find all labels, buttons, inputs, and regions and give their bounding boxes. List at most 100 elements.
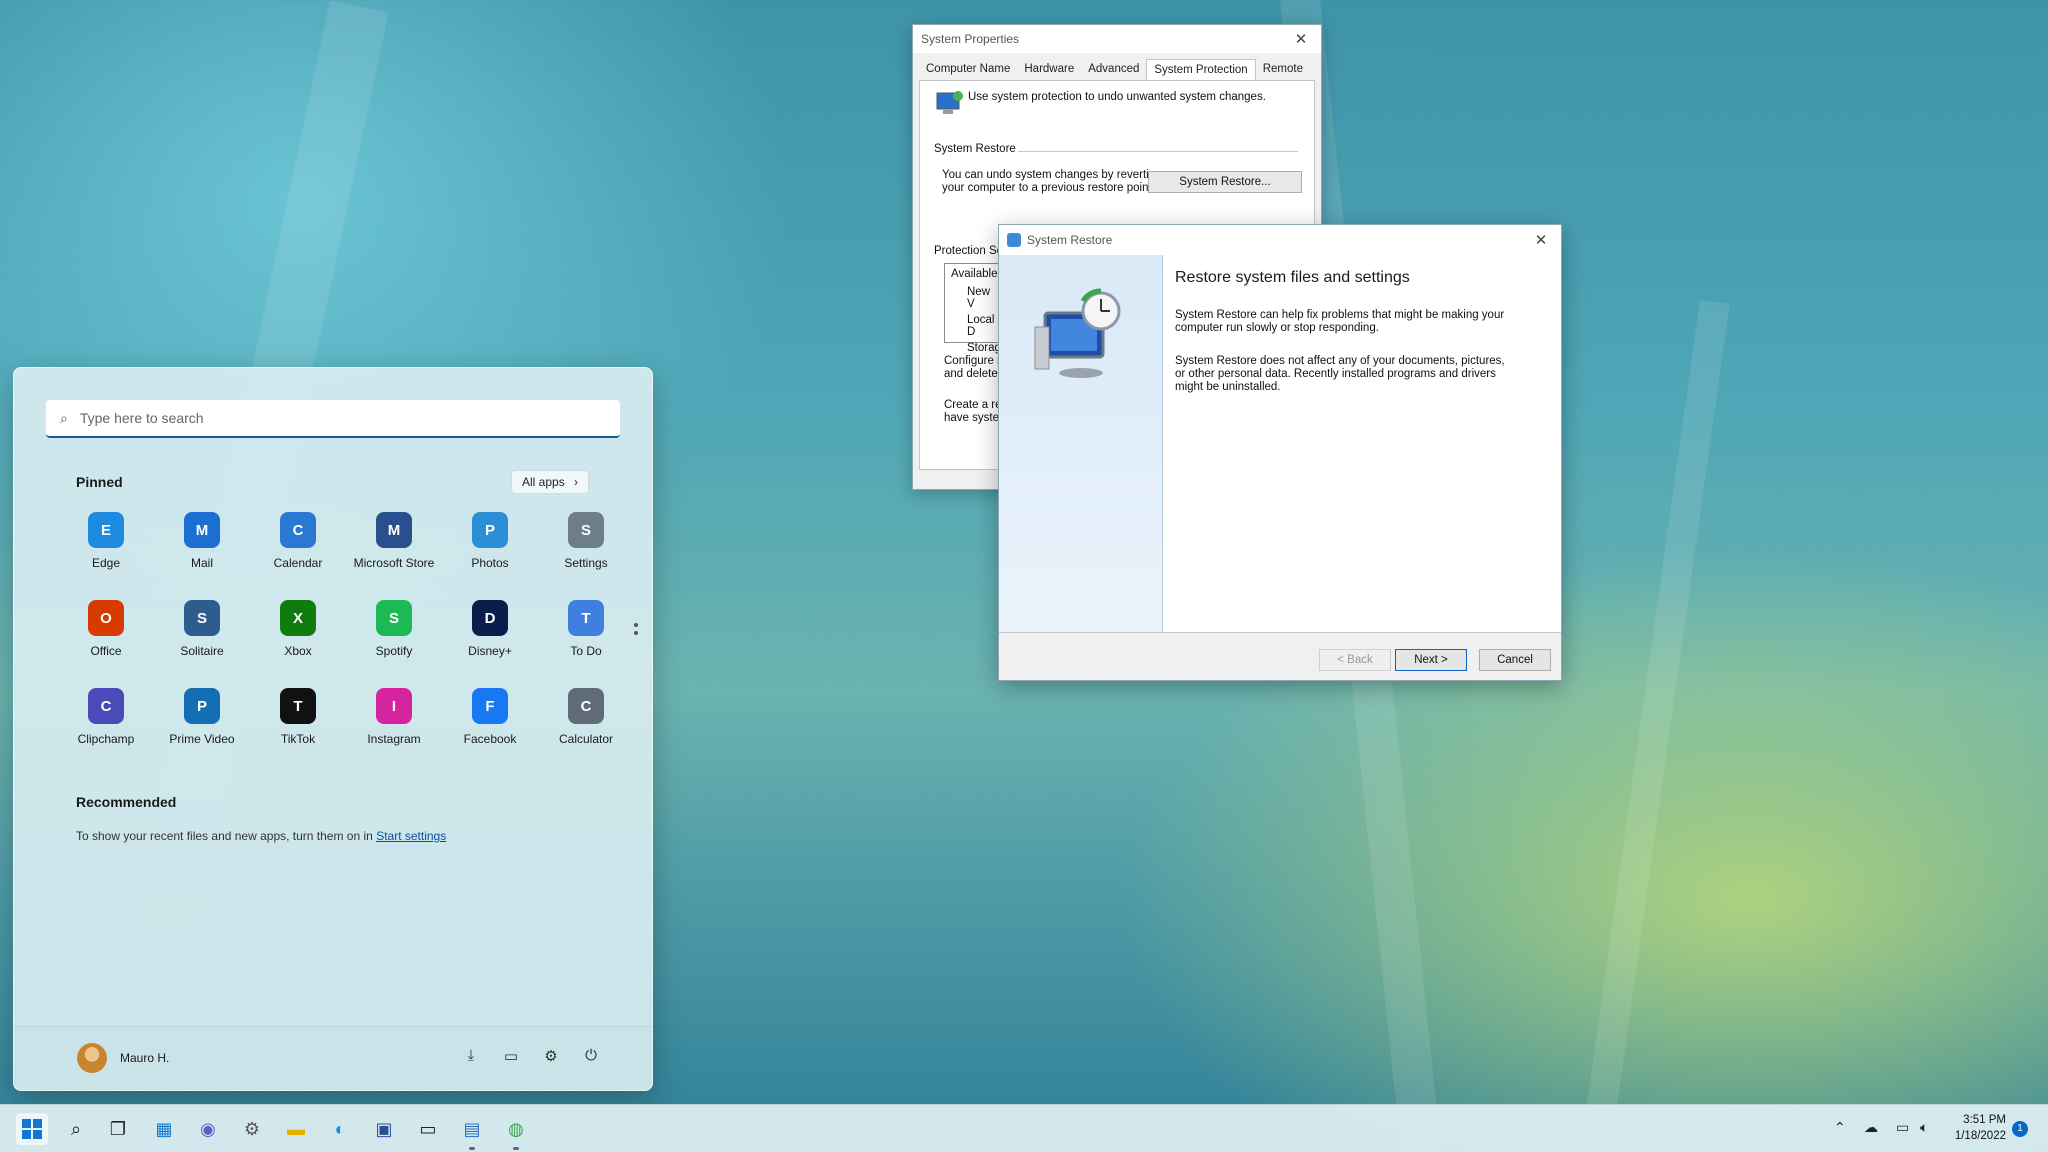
pinned-app-disney-[interactable]: D Disney+ bbox=[442, 600, 538, 658]
wizard-paragraph-1: System Restore can help fix problems tha… bbox=[1175, 309, 1505, 334]
time: 3:51 PM bbox=[1963, 1114, 2006, 1126]
downloads-icon[interactable]: ⤓ bbox=[460, 1047, 482, 1069]
avatar[interactable] bbox=[77, 1043, 107, 1073]
tab-remote[interactable]: Remote bbox=[1256, 59, 1310, 80]
list-item[interactable]: New V bbox=[945, 284, 1003, 312]
restore-description-1: You can undo system changes by reverting bbox=[942, 169, 1162, 181]
next-button[interactable]: Next > bbox=[1395, 649, 1467, 671]
window-title: System Properties bbox=[921, 32, 1020, 46]
app-label: Xbox bbox=[284, 644, 312, 658]
divider bbox=[1018, 151, 1298, 152]
app-label: Edge bbox=[91, 556, 121, 570]
app-label: Microsoft Store bbox=[353, 556, 435, 570]
pinned-app-prime-video[interactable]: P Prime Video bbox=[154, 688, 250, 746]
recommended-message: To show your recent files and new apps, … bbox=[76, 829, 373, 843]
chevron-right-icon: › bbox=[574, 475, 579, 489]
task-view-icon[interactable]: ❐ bbox=[102, 1113, 134, 1145]
windows-start-icon[interactable] bbox=[16, 1113, 48, 1145]
user-name[interactable]: Mauro H. bbox=[120, 1051, 169, 1065]
gear-icon[interactable]: ⚙ bbox=[236, 1113, 268, 1145]
file-explorer-folder-icon[interactable]: ▭ bbox=[500, 1047, 522, 1069]
running-indicator bbox=[469, 1147, 475, 1150]
system-properties-titlebar[interactable]: System Properties ✕ bbox=[913, 25, 1321, 53]
terminal-icon[interactable]: ▭ bbox=[412, 1113, 444, 1145]
all-apps-button[interactable]: All apps › bbox=[511, 470, 590, 494]
notification-badge[interactable]: 1 bbox=[2012, 1121, 2028, 1137]
taskbar: ⌕ ❐ ▦ ◉ ⚙ ▬ ◐ ▣ ▭ ▤ ◍ ⌃ ☁ ▭ 🔈︎ 3:51 PM 1… bbox=[0, 1104, 2048, 1152]
close-icon[interactable]: ✕ bbox=[1281, 30, 1321, 48]
system-restore-titlebar[interactable]: System Restore ✕ bbox=[999, 225, 1561, 255]
pinned-app-instagram[interactable]: I Instagram bbox=[346, 688, 442, 746]
network-icon[interactable]: ▭ bbox=[1896, 1119, 1909, 1136]
system-restore-button[interactable]: System Restore... bbox=[1148, 171, 1302, 193]
photos-icon: P bbox=[472, 512, 508, 548]
pinned-app-office[interactable]: O Office bbox=[58, 600, 154, 658]
solitaire-icon: S bbox=[184, 600, 220, 636]
search-icon: ⌕ bbox=[60, 409, 68, 426]
tab-advanced[interactable]: Advanced bbox=[1081, 59, 1146, 80]
date: 1/18/2022 bbox=[1954, 1130, 2006, 1142]
wizard-content: Restore system files and settings System… bbox=[1175, 255, 1541, 414]
calculator-icon: C bbox=[568, 688, 604, 724]
app-label: Calculator bbox=[558, 732, 614, 746]
pinned-apps-grid: E Edge M Mail C Calendar M Microsoft Store P Phot… bbox=[58, 512, 634, 746]
chevron-up-icon[interactable]: ⌃ bbox=[1834, 1119, 1846, 1136]
pinned-app-tiktok[interactable]: T TikTok bbox=[250, 688, 346, 746]
app-label: Office bbox=[90, 644, 122, 658]
tab-strip: Computer Name Hardware Advanced System P… bbox=[913, 53, 1321, 80]
pinned-app-solitaire[interactable]: S Solitaire bbox=[154, 600, 250, 658]
search-input[interactable]: ⌕ Type here to search bbox=[46, 400, 620, 438]
page-indicator[interactable] bbox=[634, 623, 638, 639]
tab-computer-name[interactable]: Computer Name bbox=[919, 59, 1017, 80]
pinned-app-photos[interactable]: P Photos bbox=[442, 512, 538, 570]
back-button[interactable]: < Back bbox=[1319, 649, 1391, 671]
tab-hardware[interactable]: Hardware bbox=[1017, 59, 1081, 80]
start-footer: Mauro H. ⤓ ▭ ⚙ ⏻ bbox=[14, 1026, 652, 1090]
pinned-app-mail[interactable]: M Mail bbox=[154, 512, 250, 570]
wizard-heading: Restore system files and settings bbox=[1175, 269, 1410, 286]
onedrive-cloud-icon[interactable]: ☁ bbox=[1864, 1119, 1878, 1136]
app-label: Solitaire bbox=[180, 644, 224, 658]
tab-system-protection[interactable]: System Protection bbox=[1146, 59, 1256, 80]
cancel-button[interactable]: Cancel bbox=[1479, 649, 1551, 671]
power-icon[interactable]: ⏻ bbox=[580, 1047, 602, 1069]
pinned-app-spotify[interactable]: S Spotify bbox=[346, 600, 442, 658]
system-properties-taskbar-icon[interactable]: ▤ bbox=[456, 1113, 488, 1145]
prime-video-icon: P bbox=[184, 688, 220, 724]
app-label: Clipchamp bbox=[77, 732, 135, 746]
restore-app-icon bbox=[1007, 233, 1021, 247]
store-icon[interactable]: ▣ bbox=[368, 1113, 400, 1145]
pinned-app-microsoft-store[interactable]: M Microsoft Store bbox=[346, 512, 442, 570]
close-icon[interactable]: ✕ bbox=[1521, 231, 1561, 249]
clipchamp-icon: C bbox=[88, 688, 124, 724]
search-icon[interactable]: ⌕ bbox=[60, 1113, 92, 1145]
pinned-app-clipchamp[interactable]: C Clipchamp bbox=[58, 688, 154, 746]
pinned-app-facebook[interactable]: F Facebook bbox=[442, 688, 538, 746]
pinned-app-calendar[interactable]: C Calendar bbox=[250, 512, 346, 570]
instagram-icon: I bbox=[376, 688, 412, 724]
gear-icon[interactable]: ⚙ bbox=[540, 1047, 562, 1069]
pinned-app-calculator[interactable]: C Calculator bbox=[538, 688, 634, 746]
widgets-icon[interactable]: ▦ bbox=[148, 1113, 180, 1145]
xbox-icon: X bbox=[280, 600, 316, 636]
configure-text-2: and delete r bbox=[944, 368, 1005, 380]
pinned-app-xbox[interactable]: X Xbox bbox=[250, 600, 346, 658]
tiktok-icon: T bbox=[280, 688, 316, 724]
pinned-app-to-do[interactable]: T To Do bbox=[538, 600, 634, 658]
list-item[interactable]: Local D bbox=[945, 312, 1003, 340]
edge-icon[interactable]: ◐ bbox=[324, 1113, 356, 1145]
app-label: Calendar bbox=[273, 556, 323, 570]
office-icon: O bbox=[88, 600, 124, 636]
pinned-heading: Pinned bbox=[76, 474, 123, 490]
edge-icon: E bbox=[88, 512, 124, 548]
drives-list[interactable]: Available New V Local D Storag bbox=[944, 263, 1004, 354]
pinned-app-settings[interactable]: S Settings bbox=[538, 512, 634, 570]
pinned-app-edge[interactable]: E Edge bbox=[58, 512, 154, 570]
system-restore-taskbar-icon[interactable]: ◍ bbox=[500, 1113, 532, 1145]
teams-chat-icon[interactable]: ◉ bbox=[192, 1113, 224, 1145]
clock[interactable]: 3:51 PM 1/18/2022 bbox=[1950, 1112, 2006, 1144]
file-explorer-icon[interactable]: ▬ bbox=[280, 1113, 312, 1145]
list-item[interactable]: Storag bbox=[945, 340, 1003, 356]
start-settings-link[interactable]: Start settings bbox=[376, 829, 446, 843]
volume-icon[interactable]: 🔈︎ bbox=[1920, 1119, 1928, 1136]
